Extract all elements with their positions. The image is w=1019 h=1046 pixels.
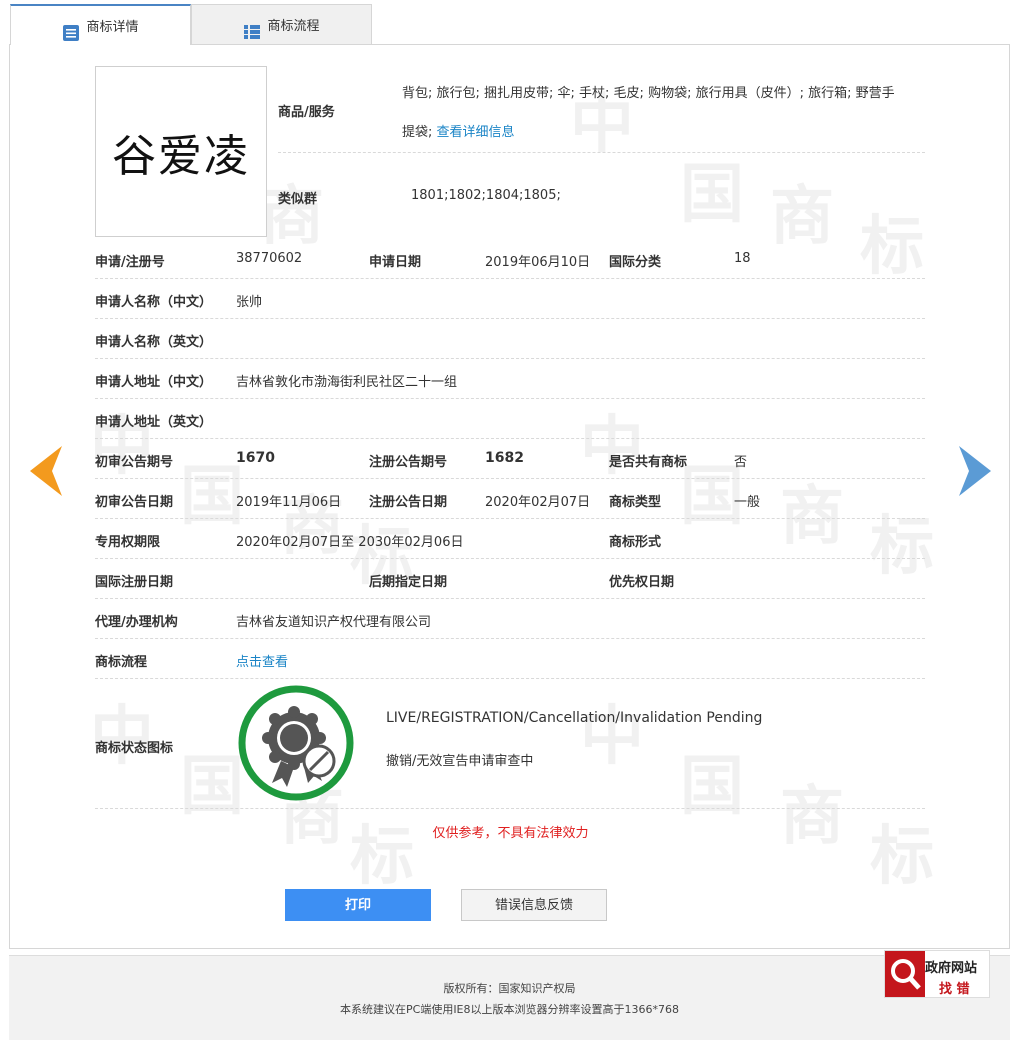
document-list-icon: [62, 17, 80, 41]
address-en-label: 申请人地址（英文）: [95, 415, 213, 430]
shared-value: 否: [734, 455, 748, 470]
divider: [95, 598, 925, 599]
agent-value: 吉林省友道知识产权代理有限公司: [236, 615, 432, 630]
status-icon-label: 商标状态图标: [95, 741, 174, 756]
prelim-issue-value: 1670: [236, 450, 275, 466]
tab-label: 商标流程: [267, 19, 320, 34]
reg-no-label: 申请/注册号: [95, 255, 165, 270]
goods-value-line2: 提袋; 查看详细信息: [402, 125, 515, 140]
address-cn-label: 申请人地址（中文）: [95, 375, 213, 390]
reg-issue-value: 1682: [485, 450, 524, 466]
disclaimer: 仅供参考，不具有法律效力: [432, 826, 589, 841]
divider: [95, 478, 925, 479]
process-view-link[interactable]: 点击查看: [236, 651, 288, 670]
feedback-button[interactable]: 错误信息反馈: [461, 889, 607, 921]
apply-date-label: 申请日期: [369, 255, 422, 270]
footer: 版权所有：国家知识产权局 本系统建议在PC端使用IE8以上版本浏览器分辨率设置高…: [9, 955, 1010, 1040]
gov-badge-title: 政府网站: [925, 961, 978, 976]
mark-type-label: 商标类型: [609, 495, 662, 510]
process-label: 商标流程: [95, 655, 148, 670]
intl-class-label: 国际分类: [609, 255, 662, 270]
gov-error-report-badge[interactable]: 政府网站 找 错: [884, 950, 990, 998]
divider: [95, 398, 925, 399]
later-designation-label: 后期指定日期: [369, 575, 448, 590]
status-english: LIVE/REGISTRATION/Cancellation/Invalidat…: [386, 710, 763, 726]
divider: [95, 808, 925, 809]
prelim-issue-label: 初审公告期号: [95, 455, 174, 470]
left-arrow-icon[interactable]: [30, 446, 64, 500]
priority-date-label: 优先权日期: [609, 575, 675, 590]
applicant-cn-value: 张帅: [236, 295, 263, 310]
divider: [95, 438, 925, 439]
prelim-date-value: 2019年11月06日: [236, 495, 342, 510]
tab-bar: 商标详情 商标流程: [10, 4, 372, 45]
divider: [278, 152, 925, 153]
tab-trademark-details[interactable]: 商标详情: [10, 4, 191, 45]
browser-note: 本系统建议在PC端使用IE8以上版本浏览器分辨率设置高于1366*768: [340, 1003, 679, 1016]
mark-type-value: 一般: [734, 495, 761, 510]
status-chinese: 撤销/无效宣告申请审查中: [386, 754, 534, 769]
intl-class-value: 18: [734, 251, 751, 266]
exclusive-term-value: 2020年02月07日至 2030年02月06日: [236, 535, 464, 550]
tab-label: 商标详情: [86, 20, 139, 35]
copyright: 版权所有：国家知识产权局: [443, 982, 576, 995]
shared-label: 是否共有商标: [609, 455, 688, 470]
goods-value: 背包; 旅行包; 捆扎用皮带; 伞; 手杖; 毛皮; 购物袋; 旅行用具（皮件）…: [402, 86, 895, 101]
view-details-link[interactable]: 查看详细信息: [437, 125, 515, 140]
magnifier-icon: [885, 951, 925, 997]
goods-label: 商品/服务: [278, 105, 335, 120]
divider: [95, 278, 925, 279]
trademark-image: 谷爱凌: [95, 66, 267, 237]
intl-reg-date-label: 国际注册日期: [95, 575, 174, 590]
tab-trademark-process[interactable]: 商标流程: [191, 4, 372, 44]
divider: [95, 318, 925, 319]
mark-form-label: 商标形式: [609, 535, 662, 550]
exclusive-term-label: 专用权期限: [95, 535, 161, 550]
grid-list-icon: [243, 16, 261, 39]
applicant-en-label: 申请人名称（英文）: [95, 335, 213, 350]
reg-no-value: 38770602: [236, 251, 303, 266]
divider: [95, 638, 925, 639]
reg-date-value: 2020年02月07日: [485, 495, 591, 510]
divider: [95, 358, 925, 359]
gov-badge-subtitle: 找 错: [939, 982, 970, 997]
address-cn-value: 吉林省敦化市渤海街利民社区二十一组: [236, 375, 458, 390]
reg-date-label: 注册公告日期: [369, 495, 448, 510]
applicant-cn-label: 申请人名称（中文）: [95, 295, 213, 310]
similar-group-label: 类似群: [278, 192, 318, 207]
details-panel: 中 国 商 标 商 中 国 商 标 中 国 商 标 中 国 商 标 中 国 商 …: [9, 44, 1010, 949]
reg-issue-label: 注册公告期号: [369, 455, 448, 470]
prelim-date-label: 初审公告日期: [95, 495, 174, 510]
status-seal-icon: [236, 683, 356, 803]
print-button[interactable]: 打印: [285, 889, 431, 921]
apply-date-value: 2019年06月10日: [485, 255, 591, 270]
divider: [95, 558, 925, 559]
agent-label: 代理/办理机构: [95, 615, 178, 630]
divider: [95, 518, 925, 519]
similar-group-value: 1801;1802;1804;1805;: [411, 188, 561, 203]
trademark-logo-text: 谷爱凌: [112, 130, 250, 182]
right-arrow-icon[interactable]: [957, 446, 991, 500]
divider: [95, 678, 925, 679]
